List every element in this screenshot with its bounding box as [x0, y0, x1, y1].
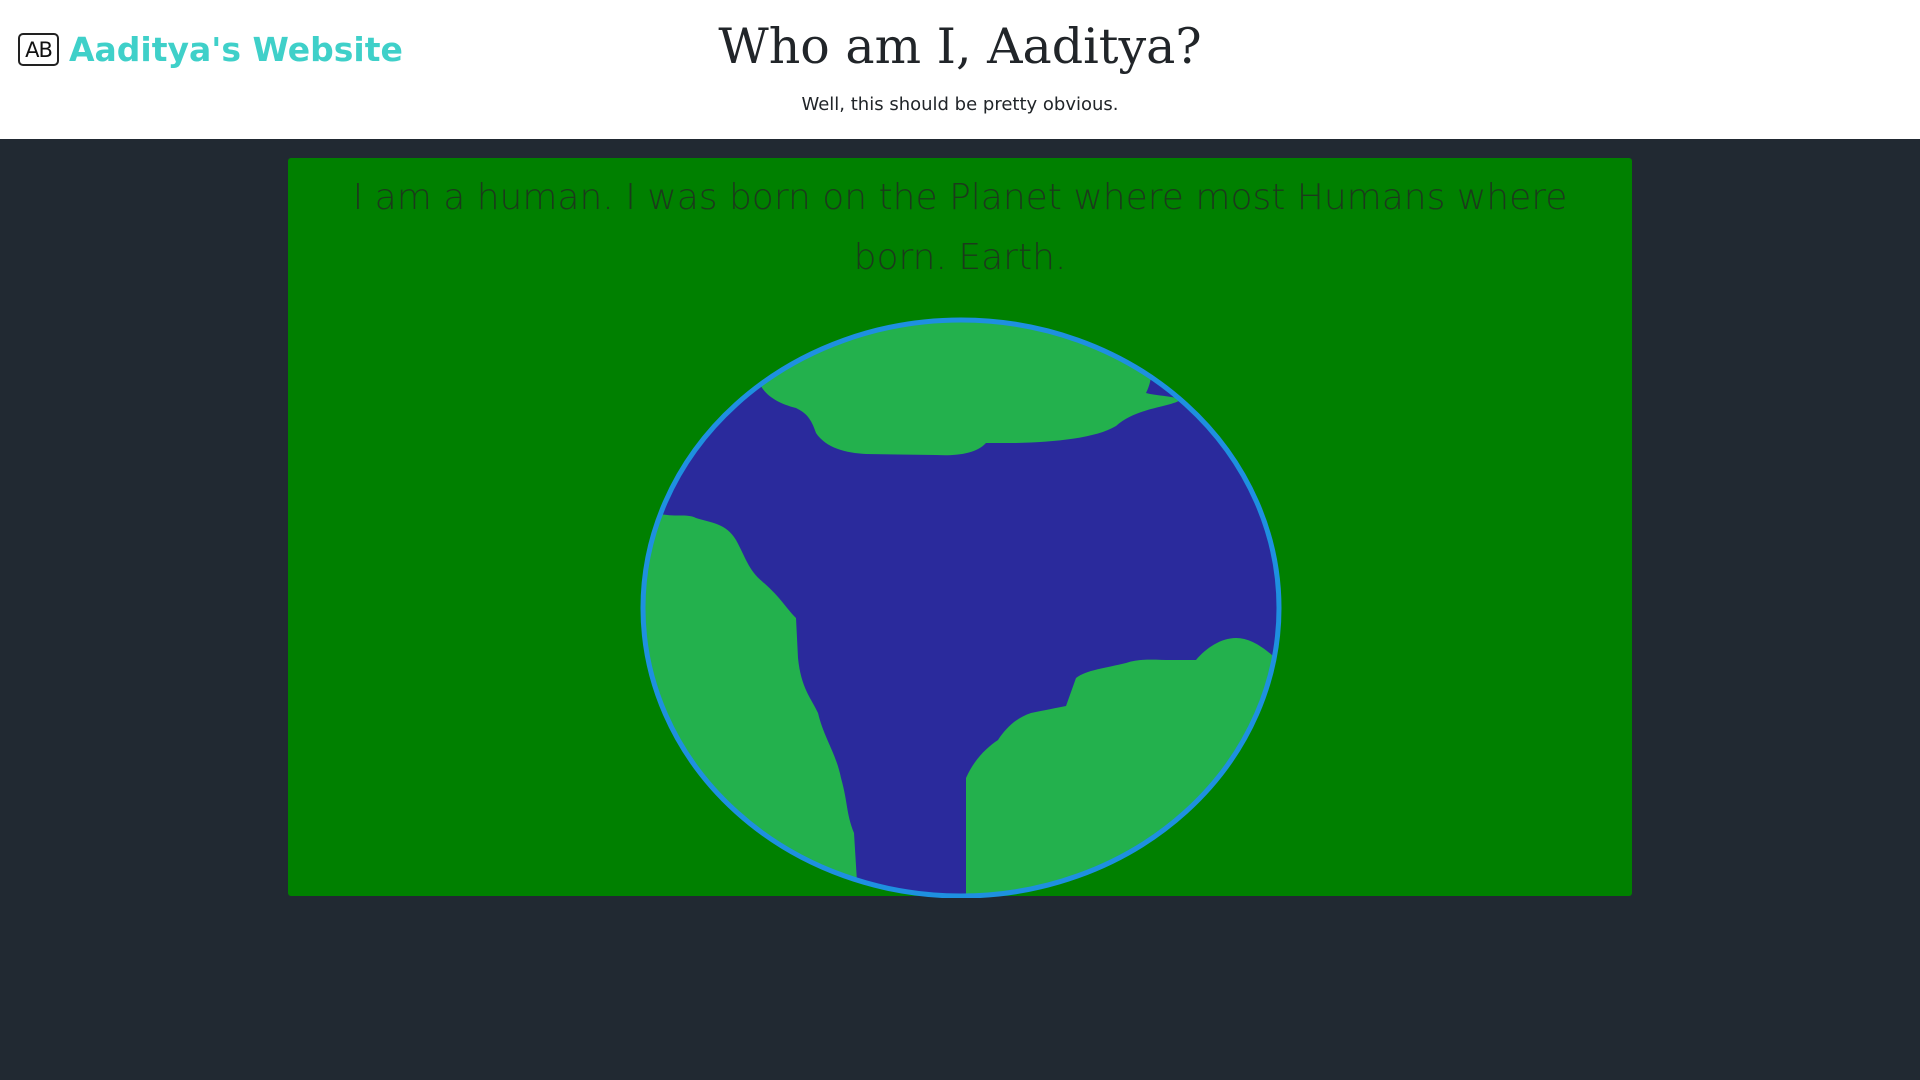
page-title: Who am I, Aaditya? — [718, 18, 1202, 75]
page-subtitle: Well, this should be pretty obvious. — [801, 94, 1119, 115]
earth-drawing — [640, 317, 1282, 898]
content-card: I am a human. I was born on the Planet w… — [288, 158, 1632, 898]
site-header: AB Aaditya's Website Who am I, Aaditya? … — [0, 0, 1920, 139]
intro-text: I am a human. I was born on the Planet w… — [352, 177, 1568, 278]
